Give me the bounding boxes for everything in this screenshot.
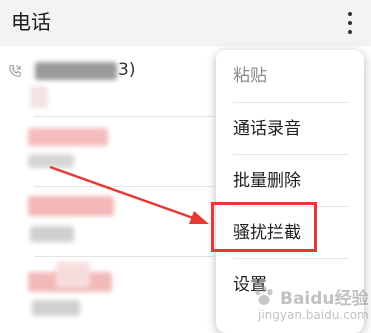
blurred-caller-name	[35, 62, 117, 80]
blurred-caller-name	[28, 196, 114, 216]
menu-item-call-recording[interactable]: 通话录音	[216, 103, 364, 156]
watermark-url: jingyan.baidu.com	[258, 308, 369, 322]
menu-item-batch-delete[interactable]: 批量删除	[216, 155, 364, 208]
menu-item-label: 通话录音	[233, 119, 301, 139]
phone-icon	[9, 64, 21, 77]
blurred-caller-name	[28, 128, 108, 146]
baidu-paw-icon	[255, 285, 273, 305]
watermark-brand: Baidu经验	[280, 289, 369, 309]
highlight-box	[211, 202, 317, 252]
watermark: Baidu经验 jingyan.baidu.com	[252, 280, 369, 330]
menu-item-label: 批量删除	[233, 171, 301, 191]
caller-number-suffix: 3)	[118, 60, 136, 80]
app-bar: 电话	[0, 0, 371, 46]
more-options-icon[interactable]	[336, 8, 364, 38]
menu-item-label: 粘贴	[233, 66, 267, 86]
menu-item-paste[interactable]: 粘贴	[216, 50, 364, 103]
page-title: 电话	[11, 10, 51, 34]
